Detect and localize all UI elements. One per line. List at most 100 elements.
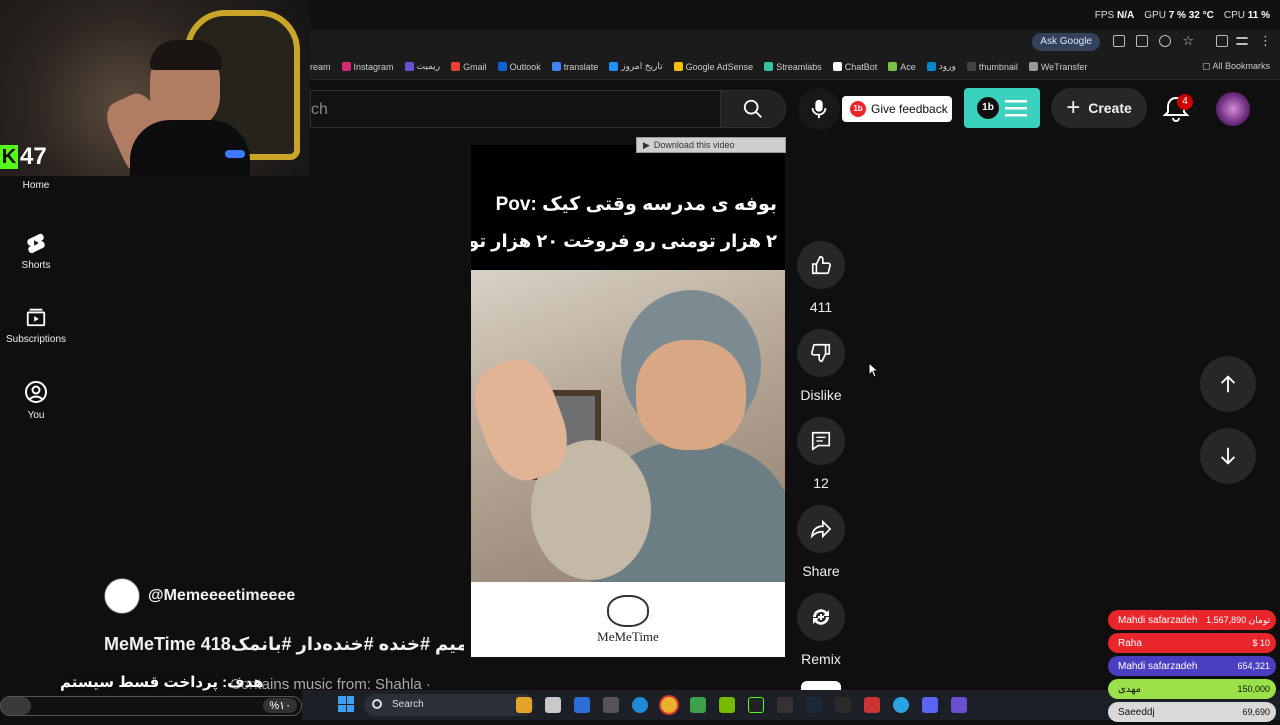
create-button[interactable]: + Create <box>1051 88 1147 128</box>
bookmark-item[interactable]: ورود <box>926 61 956 72</box>
search-button[interactable] <box>720 90 786 128</box>
steam-icon[interactable] <box>806 697 822 713</box>
kick-app-icon[interactable] <box>748 697 764 713</box>
share-button[interactable] <box>797 505 845 553</box>
zoom-icon[interactable] <box>1159 35 1171 47</box>
settings-icon[interactable] <box>603 697 619 713</box>
bookmark-item[interactable]: thumbnail <box>966 61 1018 72</box>
app-icon[interactable] <box>864 697 880 713</box>
arrow-down-icon <box>1220 447 1236 465</box>
like-button[interactable] <box>797 241 845 289</box>
account-avatar[interactable] <box>1216 92 1250 126</box>
previous-video-button[interactable] <box>1200 356 1256 412</box>
bookmark-favicon-icon <box>926 62 936 71</box>
give-feedback-button[interactable]: 1b Give feedback <box>842 96 952 122</box>
app-icon[interactable] <box>951 697 967 713</box>
cast-icon[interactable] <box>1113 35 1125 47</box>
bookmark-label: Instagram <box>353 61 394 72</box>
guide-item-home[interactable]: Home <box>0 180 72 191</box>
extension-logo-icon: 1b <box>850 101 866 117</box>
troll-face-logo <box>607 594 649 627</box>
you-icon <box>25 381 47 403</box>
translate-icon[interactable] <box>1136 35 1148 47</box>
guide-item-subscriptions[interactable]: Subscriptions <box>0 306 72 345</box>
video-title[interactable]: MeMeTime 418میم #خنده #خنده‌دار #بانمک..… <box>104 634 464 655</box>
download-video-button[interactable]: ▶ Download this video <box>636 137 786 153</box>
discord-icon[interactable] <box>922 697 938 713</box>
bookmark-item[interactable]: تاریخ امروز <box>609 61 663 72</box>
bookmark-favicon-icon <box>673 62 683 71</box>
guide-item-label: Subscriptions <box>5 334 67 345</box>
cpu-value: 11 % <box>1247 10 1270 21</box>
guide-item-shorts[interactable]: Shorts <box>0 232 72 271</box>
comment-count: 12 <box>813 475 829 491</box>
bookmark-label: Streamlabs <box>776 61 822 72</box>
streamer-shirt <box>130 120 250 176</box>
nvidia-icon[interactable] <box>719 697 735 713</box>
bookmarks-bar: ream Instagram ریمیت Gmail Outlook translate ت… <box>310 54 1280 80</box>
bookmark-item[interactable]: WeTransfer <box>1028 61 1087 72</box>
more-menu-icon[interactable]: ⋮ <box>1259 33 1272 49</box>
channel-name[interactable]: @Memeeeetimeeee <box>148 587 295 605</box>
star-bookmark-icon[interactable]: ☆ <box>1182 33 1194 49</box>
bookmark-item[interactable]: Instagram <box>341 61 394 72</box>
bookmark-item[interactable]: translate <box>551 61 598 72</box>
bookmark-item[interactable]: ریمیت <box>404 61 440 72</box>
app-icon[interactable] <box>690 697 706 713</box>
caption-line-2: ۲ هزار تومنی رو فروخت ۲۰ هزار تومن <box>471 231 777 251</box>
telegram-icon[interactable] <box>893 697 909 713</box>
windows-start-icon[interactable] <box>338 696 354 712</box>
bookmark-item[interactable]: Outlook <box>497 61 541 72</box>
file-explorer-icon[interactable] <box>516 697 532 713</box>
bookmark-item[interactable]: ChatBot <box>832 61 877 72</box>
donation-goal-percent: %۱۰ <box>263 698 297 713</box>
dislike-label: Dislike <box>800 387 842 403</box>
donation-goal-fill <box>1 697 31 715</box>
channel-avatar[interactable] <box>104 578 140 614</box>
voice-search-button[interactable] <box>798 88 840 130</box>
guide-item-label: Shorts <box>21 260 51 271</box>
reading-list-icon[interactable] <box>1236 37 1248 45</box>
bookmark-favicon-icon <box>1028 62 1038 71</box>
bookmark-item[interactable]: Ace <box>888 61 916 72</box>
like-action: 411 <box>797 241 845 315</box>
bookmark-item[interactable]: Gmail <box>451 61 487 72</box>
donation-entry: Mahdi safarzadeh 1,567,890 تومان <box>1108 610 1276 630</box>
capcut-icon[interactable] <box>777 697 793 713</box>
bookmark-item[interactable]: ream <box>310 61 331 72</box>
thumbs-down-icon <box>811 343 831 363</box>
bookmark-label: ورود <box>938 61 956 71</box>
bookmark-favicon-icon <box>551 62 561 71</box>
search-input[interactable]: ch <box>310 90 720 128</box>
outlook-icon[interactable] <box>574 697 590 713</box>
fps-value: N/A <box>1117 10 1135 21</box>
guide-item-you[interactable]: You <box>0 380 72 421</box>
store-icon[interactable] <box>545 697 561 713</box>
remix-button[interactable] <box>797 593 845 641</box>
donation-list: Mahdi safarzadeh 1,567,890 تومان Raha $ 10 M… <box>1108 610 1276 725</box>
taskbar-search[interactable]: Search <box>364 694 534 716</box>
ask-google-button[interactable]: Ask Google <box>1032 33 1100 51</box>
donor-name: Mahdi safarzadeh <box>1118 660 1198 672</box>
bookmark-item[interactable]: Streamlabs <box>764 61 822 72</box>
share-label: Share <box>802 563 840 579</box>
comments-button[interactable] <box>797 417 845 465</box>
extensions-icon[interactable] <box>1216 35 1228 47</box>
next-video-button[interactable] <box>1200 428 1256 484</box>
shorts-video-player[interactable]: بوفه ی مدرسه وقتی کیک :Pov ۲ هزار تومنی … <box>471 145 785 657</box>
microphone-icon <box>811 99 827 119</box>
epic-games-icon[interactable] <box>835 697 851 713</box>
edge-icon[interactable] <box>632 697 648 713</box>
dislike-button[interactable] <box>797 329 845 377</box>
chrome-icon[interactable] <box>661 697 677 713</box>
watermark-text: MeMeTime <box>597 628 659 644</box>
bookmark-label: Ace <box>900 61 916 72</box>
channel-thumbnail-button[interactable] <box>801 681 841 690</box>
kick-logo-icon: K <box>0 145 18 169</box>
bookmark-item[interactable]: Google AdSense <box>673 61 753 72</box>
all-bookmarks-button[interactable]: ▢ All Bookmarks <box>1202 61 1270 72</box>
extension-menu-button[interactable]: 1b <box>964 88 1040 128</box>
bookmark-label: thumbnail <box>978 61 1018 72</box>
video-watermark-area: MeMeTime <box>471 582 785 657</box>
plus-icon: + <box>1066 94 1081 121</box>
